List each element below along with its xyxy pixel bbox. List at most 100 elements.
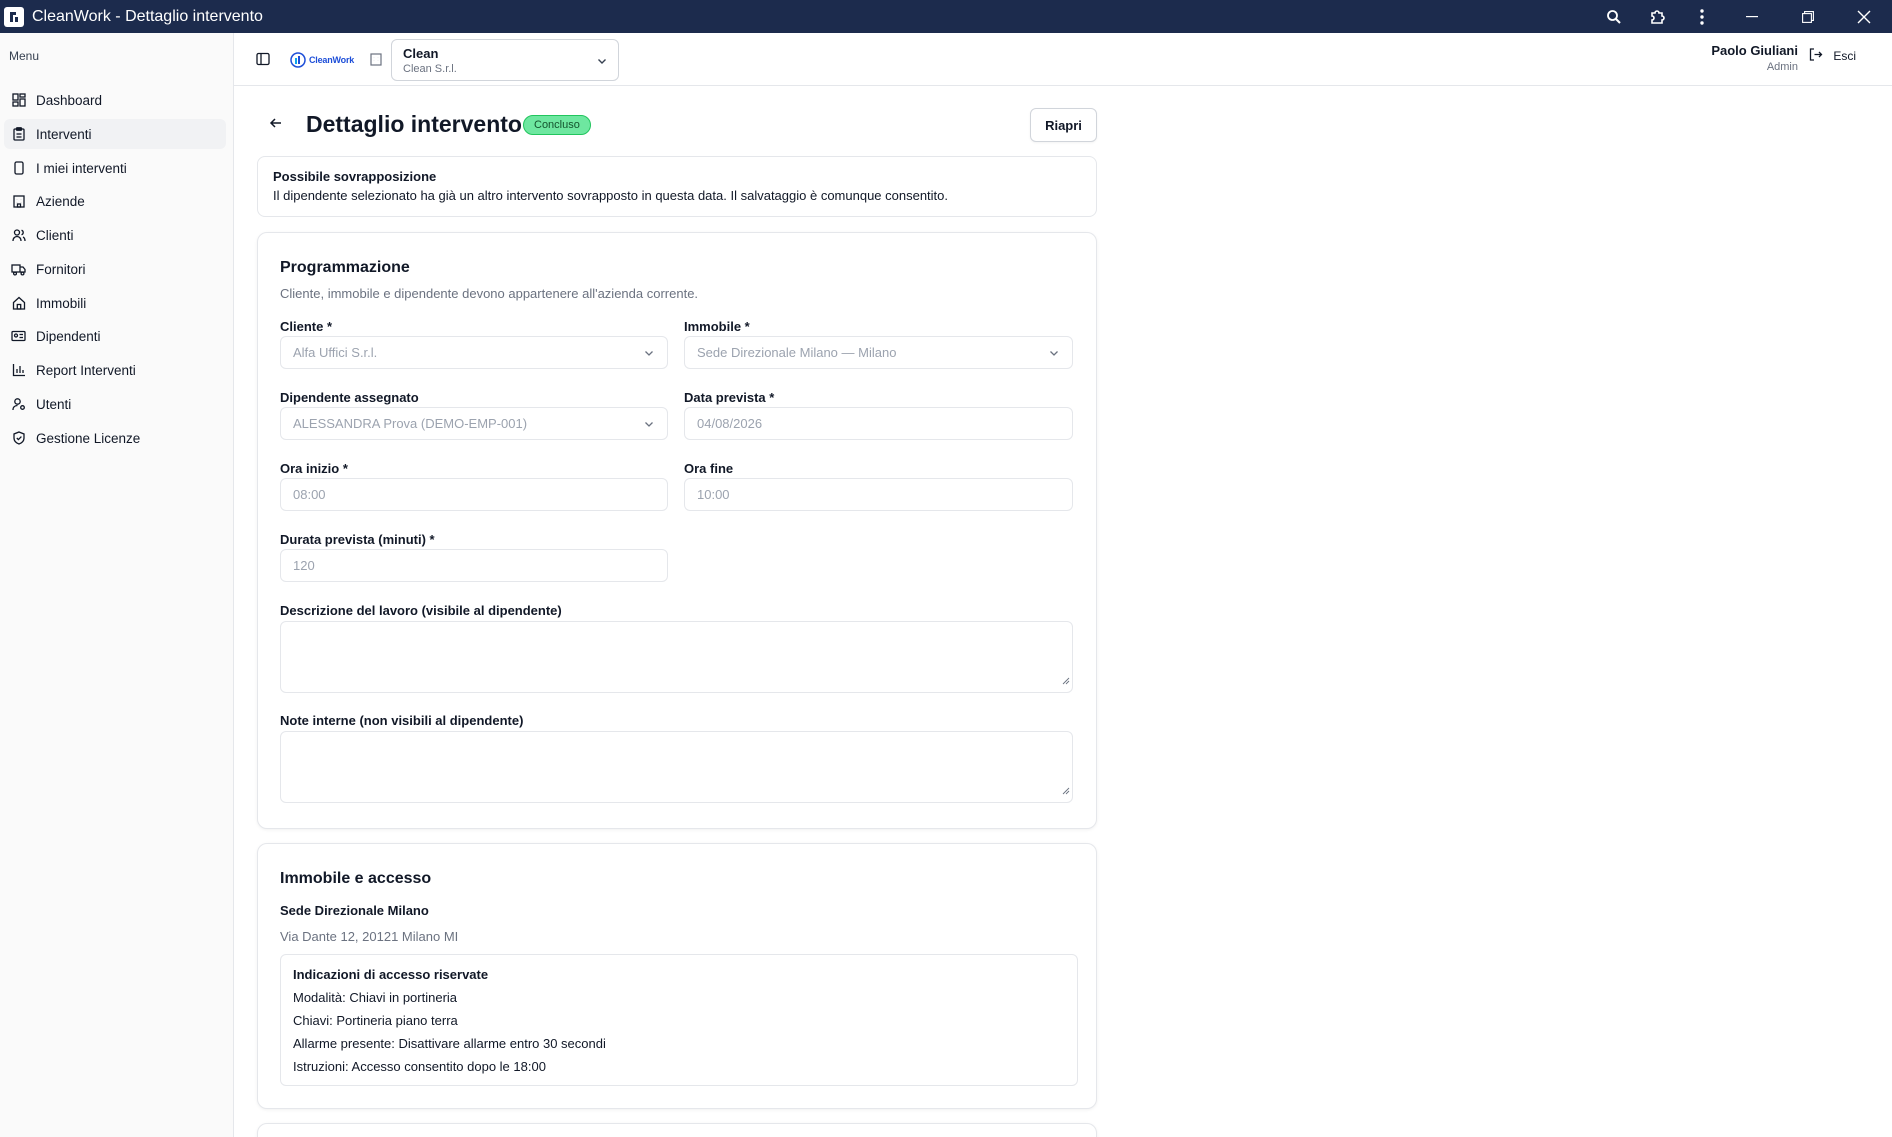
dipendente-select[interactable]: ALESSANDRA Prova (DEMO-EMP-001) <box>280 407 668 440</box>
sidebar-item-immobili[interactable]: Immobili <box>4 288 226 318</box>
descrizione-textarea[interactable] <box>280 621 1073 693</box>
durata-input[interactable]: 120 <box>280 549 668 582</box>
descrizione-label: Descrizione del lavoro (visibile al dipe… <box>280 603 562 618</box>
company-name: Clean <box>403 46 439 61</box>
zoom-icon[interactable] <box>1592 0 1636 33</box>
grid-icon <box>11 93 26 108</box>
immobile-accesso-card: Immobile e accesso Sede Direzionale Mila… <box>257 843 1097 1109</box>
access-instructions: Indicazioni di accesso riservate Modalit… <box>280 954 1078 1086</box>
dipendente-value: ALESSANDRA Prova (DEMO-EMP-001) <box>293 416 528 431</box>
resize-grip-icon[interactable] <box>1062 672 1070 690</box>
ora-inizio-value: 08:00 <box>293 487 326 502</box>
data-prevista-input[interactable]: 04/08/2026 <box>684 407 1073 440</box>
immobile-name: Sede Direzionale Milano <box>280 903 429 918</box>
immobile-label: Immobile * <box>684 319 750 334</box>
users-icon <box>11 228 26 243</box>
sidebar-item-label: I miei interventi <box>36 160 127 176</box>
access-allarme: Allarme presente: Disattivare allarme en… <box>293 1036 606 1051</box>
building-icon <box>368 51 384 67</box>
sidebar-item-label: Report Interventi <box>36 362 136 378</box>
sidebar-item-clienti[interactable]: Clienti <box>4 220 226 250</box>
durata-value: 120 <box>293 558 315 573</box>
minimize-icon[interactable] <box>1724 0 1780 33</box>
sidebar-item-dipendenti[interactable]: Dipendenti <box>4 321 226 351</box>
sidebar-toggle-icon[interactable] <box>254 50 272 68</box>
home-icon <box>11 296 26 311</box>
durata-label: Durata prevista (minuti) * <box>280 532 435 547</box>
logout-icon <box>1808 47 1823 65</box>
sidebar-item-dashboard[interactable]: Dashboard <box>4 85 226 115</box>
sidebar: Menu Dashboard Interventi I miei interve… <box>0 33 234 1137</box>
logout-label: Esci <box>1833 49 1856 63</box>
back-arrow-icon[interactable] <box>266 113 286 133</box>
card-subtitle: Cliente, immobile e dipendente devono ap… <box>280 286 699 301</box>
phone-icon <box>11 161 26 176</box>
overlap-warning: Possibile sovrapposizione Il dipendente … <box>257 156 1097 217</box>
status-badge: Concluso <box>523 115 591 135</box>
user-name: Paolo Giuliani <box>1711 43 1798 58</box>
building-icon <box>11 194 26 209</box>
cleanwork-logo: CleanWork <box>290 50 354 70</box>
ora-fine-label: Ora fine <box>684 461 734 476</box>
cliente-select[interactable]: Alfa Uffici S.r.l. <box>280 336 668 369</box>
sidebar-item-interventi[interactable]: Interventi <box>4 119 226 149</box>
immobile-select[interactable]: Sede Direzionale Milano — Milano <box>684 336 1073 369</box>
data-prevista-label: Data prevista * <box>684 390 775 405</box>
resize-grip-icon[interactable] <box>1062 782 1070 800</box>
access-title: Indicazioni di accesso riservate <box>293 967 489 982</box>
extensions-icon[interactable] <box>1636 0 1680 33</box>
sidebar-item-label: Dashboard <box>36 92 103 108</box>
sidebar-item-fornitori[interactable]: Fornitori <box>4 254 226 284</box>
company-selector[interactable]: Clean Clean S.r.l. <box>391 39 619 81</box>
immobile-address: Via Dante 12, 20121 Milano MI <box>280 929 459 944</box>
kebab-menu-icon[interactable] <box>1680 0 1724 33</box>
access-chiavi: Chiavi: Portineria piano terra <box>293 1013 458 1028</box>
close-icon[interactable] <box>1836 0 1892 33</box>
shield-check-icon <box>11 431 26 446</box>
alert-title: Possibile sovrapposizione <box>273 169 437 184</box>
sidebar-item-label: Fornitori <box>36 261 86 277</box>
user-cog-icon <box>11 397 26 412</box>
logout-button[interactable]: Esci <box>1808 47 1856 65</box>
topbar: CleanWork Clean Clean S.r.l. Paolo Giuli… <box>234 33 1892 86</box>
sidebar-menu-label: Menu <box>9 49 40 63</box>
chevron-down-icon <box>643 418 655 433</box>
ora-fine-input[interactable]: 10:00 <box>684 478 1073 511</box>
ora-inizio-input[interactable]: 08:00 <box>280 478 668 511</box>
sidebar-item-gestione-licenze[interactable]: Gestione Licenze <box>4 423 226 453</box>
sidebar-item-aziende[interactable]: Aziende <box>4 186 226 216</box>
logo-text: CleanWork <box>309 55 355 65</box>
user-role: Admin <box>1766 61 1798 73</box>
reopen-button[interactable]: Riapri <box>1030 108 1097 142</box>
sidebar-item-label: Utenti <box>36 396 72 412</box>
sidebar-item-label: Clienti <box>36 227 74 243</box>
chevron-down-icon <box>643 347 655 362</box>
ora-inizio-label: Ora inizio * <box>280 461 348 476</box>
sidebar-item-label: Gestione Licenze <box>36 430 141 446</box>
card-title: Immobile e accesso <box>280 870 432 887</box>
programmazione-card: Programmazione Cliente, immobile e dipen… <box>257 232 1097 829</box>
data-prevista-value: 04/08/2026 <box>697 416 763 431</box>
company-legal-name: Clean S.r.l. <box>403 63 457 75</box>
id-card-icon <box>11 329 26 344</box>
note-textarea[interactable] <box>280 731 1073 803</box>
chevron-down-icon <box>596 54 608 72</box>
access-modalita: Modalità: Chiavi in portineria <box>293 990 458 1005</box>
alert-text: Il dipendente selezionato ha già un altr… <box>273 188 949 203</box>
sidebar-item-label: Dipendenti <box>36 328 101 344</box>
sidebar-item-label: Immobili <box>36 295 87 311</box>
immobile-value: Sede Direzionale Milano — Milano <box>697 345 897 360</box>
note-label: Note interne (non visibili al dipendente… <box>280 713 524 728</box>
chevron-down-icon <box>1048 347 1060 362</box>
sidebar-item-i-miei-interventi[interactable]: I miei interventi <box>4 153 226 183</box>
ora-fine-value: 10:00 <box>697 487 730 502</box>
cliente-label: Cliente * <box>280 319 333 334</box>
truck-icon <box>11 262 26 277</box>
page-title: Dettaglio intervento <box>306 111 522 137</box>
cliente-value: Alfa Uffici S.r.l. <box>293 345 378 360</box>
sidebar-item-utenti[interactable]: Utenti <box>4 389 226 419</box>
restore-icon[interactable] <box>1780 0 1836 33</box>
user-info: Paolo Giuliani Admin <box>1711 43 1798 73</box>
app-icon <box>4 6 24 27</box>
sidebar-item-report-interventi[interactable]: Report Interventi <box>4 355 226 385</box>
